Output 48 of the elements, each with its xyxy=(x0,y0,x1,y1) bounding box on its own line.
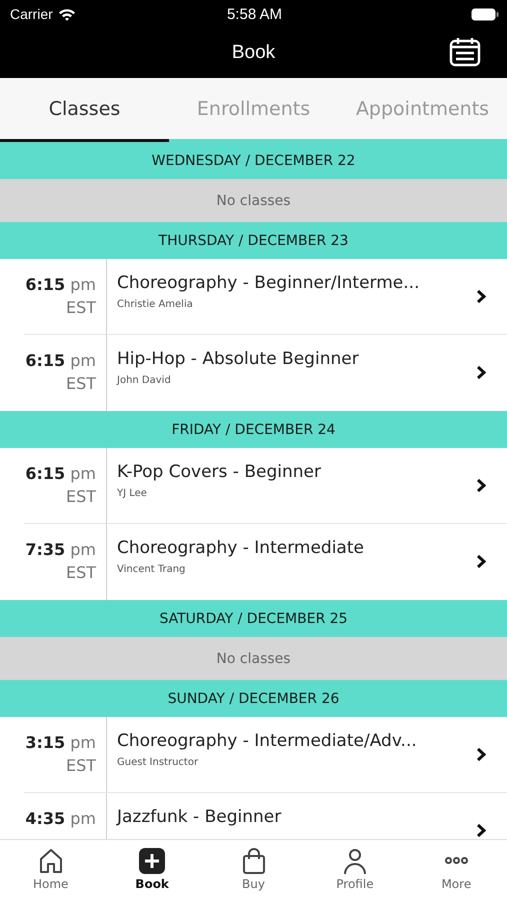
class-title: Choreography - Intermediate/Adv... xyxy=(117,731,418,751)
tab-bar-item[interactable]: Profile xyxy=(304,840,406,900)
class-time: 4:35 pm xyxy=(24,809,96,828)
carrier-label: Carrier xyxy=(10,6,53,22)
battery-icon xyxy=(470,8,499,20)
calendar-button[interactable] xyxy=(449,37,481,67)
date-header: FRIDAY / DECEMBER 24 xyxy=(0,411,507,448)
time-zone: EST xyxy=(64,756,96,775)
class-time: 6:15 pm xyxy=(24,464,96,483)
class-title: K-Pop Covers - Beginner xyxy=(117,462,322,482)
date-header: SUNDAY / DECEMBER 26 xyxy=(0,680,507,717)
chevron-icon xyxy=(476,365,487,380)
instructor-name: John David xyxy=(117,375,172,386)
tab-bar-item[interactable]: Home xyxy=(0,840,102,900)
class-title: Jazzfunk - Beginner xyxy=(117,807,282,827)
class-time: 6:15 pm xyxy=(24,351,96,370)
chevron-icon xyxy=(476,554,487,569)
time-zone: EST xyxy=(64,298,96,317)
plus-icon xyxy=(138,847,166,875)
date-header: SATURDAY / DECEMBER 25 xyxy=(0,600,507,637)
class-title: Choreography - Intermediate xyxy=(117,538,365,558)
class-time: 6:15 pm xyxy=(24,275,96,294)
clock-time: 5:58 AM xyxy=(226,6,282,22)
class-time: 7:35 pm xyxy=(24,540,96,559)
chevron-icon xyxy=(476,747,487,762)
time-zone: EST xyxy=(64,487,96,506)
tab-bar-item[interactable]: Buy xyxy=(202,840,304,900)
tab-bar-item[interactable]: More xyxy=(406,840,507,900)
instructor-name: Guest Instructor xyxy=(117,757,200,768)
class-time: 3:15 pm xyxy=(24,733,96,752)
time-zone: EST xyxy=(64,563,96,582)
wifi-icon xyxy=(58,8,76,20)
date-header: THURSDAY / DECEMBER 23 xyxy=(0,222,507,259)
chevron-icon xyxy=(476,478,487,493)
more-icon xyxy=(444,857,468,864)
tab-bar-item[interactable]: Book xyxy=(101,840,203,900)
instructor-name: Vincent Trang xyxy=(117,564,186,575)
time-zone: EST xyxy=(64,374,96,393)
empty-message: No classes xyxy=(0,637,507,680)
class-title: Hip-Hop - Absolute Beginner xyxy=(117,349,360,369)
screen-title: Book xyxy=(232,42,276,64)
class-title: Choreography - Beginner/Interme... xyxy=(117,273,420,293)
instructor-name: Christie Amelia xyxy=(117,299,194,310)
chevron-icon xyxy=(476,289,487,304)
instructor-name: YJ Lee xyxy=(117,488,148,499)
date-header: WEDNESDAY / DECEMBER 22 xyxy=(0,142,507,179)
empty-message: No classes xyxy=(0,179,507,222)
chevron-icon xyxy=(476,823,487,838)
